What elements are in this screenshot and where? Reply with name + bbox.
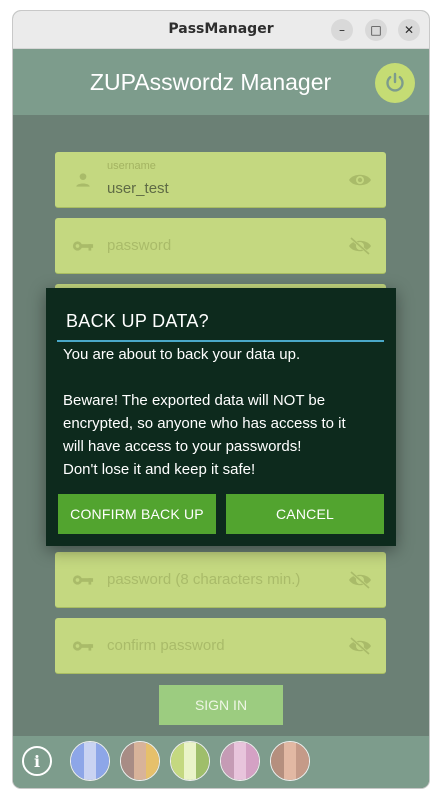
app-title: ZUPAsswordz Manager bbox=[90, 69, 332, 95]
cancel-button[interactable]: CANCEL bbox=[226, 494, 384, 534]
dialog-line: You are about to back your data up. bbox=[63, 346, 301, 363]
backup-dialog: BACK UP DATA? You are about to back your… bbox=[46, 288, 396, 546]
confirm-password-field[interactable]: confirm password bbox=[55, 618, 386, 674]
dialog-line: will have access to your passwords! bbox=[63, 438, 302, 455]
theme-swatch-brown[interactable] bbox=[120, 741, 160, 781]
bottom-bar: i bbox=[13, 736, 429, 788]
key-icon bbox=[72, 241, 94, 251]
theme-swatch-tan[interactable] bbox=[270, 741, 310, 781]
close-button[interactable]: ✕ bbox=[398, 19, 420, 41]
new-password-placeholder: password (8 characters min.) bbox=[107, 571, 301, 588]
maximize-button[interactable]: □ bbox=[365, 19, 387, 41]
title-bar: PassManager – □ ✕ bbox=[13, 11, 429, 49]
person-icon bbox=[76, 173, 90, 187]
confirm-password-placeholder: confirm password bbox=[107, 637, 225, 654]
power-button[interactable] bbox=[375, 63, 415, 103]
dialog-title-underline bbox=[57, 340, 384, 342]
key-icon bbox=[72, 575, 94, 585]
username-label: username bbox=[107, 160, 156, 172]
eye-off-icon[interactable] bbox=[348, 570, 372, 590]
app-window: PassManager – □ ✕ ZUPAsswordz Manager us… bbox=[13, 11, 429, 788]
dialog-line: Beware! The exported data will NOT be bbox=[63, 392, 326, 409]
dialog-message: You are about to back your data up. Bewa… bbox=[63, 343, 383, 481]
theme-swatch-pink[interactable] bbox=[220, 741, 260, 781]
password-field[interactable]: password bbox=[55, 218, 386, 274]
info-button[interactable]: i bbox=[22, 746, 52, 776]
theme-swatch-blue[interactable] bbox=[70, 741, 110, 781]
sign-in-button[interactable]: SIGN IN bbox=[159, 685, 283, 725]
eye-off-icon[interactable] bbox=[348, 636, 372, 656]
dialog-title: BACK UP DATA? bbox=[66, 311, 209, 331]
password-placeholder: password bbox=[107, 237, 172, 254]
username-field[interactable]: username user_test bbox=[55, 152, 386, 208]
eye-off-icon[interactable] bbox=[348, 236, 372, 256]
key-icon bbox=[72, 641, 94, 651]
power-icon bbox=[386, 72, 404, 92]
dialog-line: Don't lose it and keep it safe! bbox=[63, 461, 256, 478]
new-password-field[interactable]: password (8 characters min.) bbox=[55, 552, 386, 608]
app-header: ZUPAsswordz Manager bbox=[13, 49, 429, 115]
username-value: user_test bbox=[107, 180, 169, 197]
dialog-line: encrypted, so anyone who has access to i… bbox=[63, 415, 346, 432]
dialog-line bbox=[63, 366, 383, 389]
eye-icon[interactable] bbox=[348, 170, 372, 190]
confirm-backup-button[interactable]: CONFIRM BACK UP bbox=[58, 494, 216, 534]
minimize-button[interactable]: – bbox=[331, 19, 353, 41]
theme-swatch-green[interactable] bbox=[170, 741, 210, 781]
